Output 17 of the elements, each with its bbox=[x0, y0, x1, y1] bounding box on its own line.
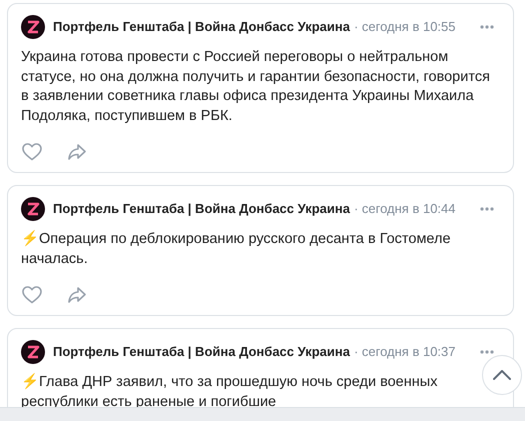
post-text: ⚡Операция по деблокированию русского десанта в Гостомеле началась. bbox=[21, 230, 452, 268]
avatar-icon[interactable] bbox=[21, 340, 45, 364]
like-icon[interactable] bbox=[22, 143, 42, 161]
post-text: Украина готова провести с Россией переговоры о нейтральном статусе, но она должна получить и гарантии безопасности, говорится в заявлении советника главы офиса президента Украины Михаила Подоляка, поступившем в РБК. bbox=[21, 48, 491, 126]
more-icon[interactable] bbox=[480, 25, 494, 29]
like-icon[interactable] bbox=[22, 286, 42, 304]
post-text: ⚡Глава ДНР заявил, что за прошедшую ночь среди военных республики есть раненые и погибшие bbox=[21, 373, 438, 412]
avatar-icon[interactable] bbox=[21, 197, 45, 221]
author-name[interactable]: Портфель Генштаба | Война Донбасс Украина bbox=[53, 17, 350, 37]
chevron-up-icon bbox=[493, 370, 511, 380]
avatar-icon[interactable] bbox=[21, 15, 45, 39]
author-name[interactable]: Портфель Генштаба | Война Донбасс Украина bbox=[53, 342, 350, 362]
more-icon[interactable] bbox=[480, 350, 494, 354]
share-icon[interactable] bbox=[68, 287, 86, 303]
more-icon[interactable] bbox=[480, 207, 494, 211]
share-icon[interactable] bbox=[68, 144, 86, 160]
author-name[interactable]: Портфель Генштаба | Война Донбасс Украина bbox=[53, 199, 350, 219]
